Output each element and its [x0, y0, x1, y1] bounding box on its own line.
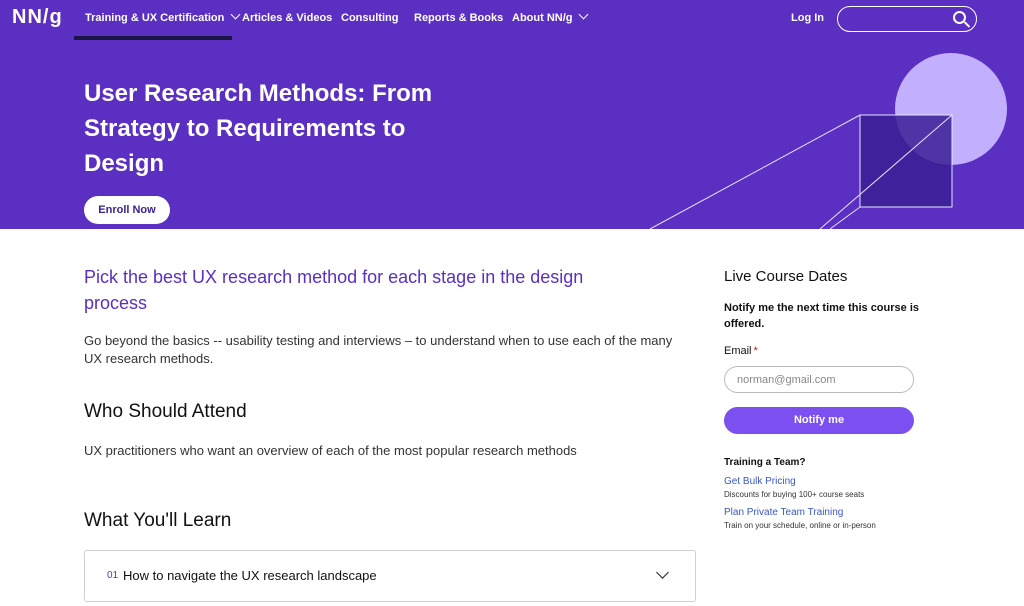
top-navigation: NN/g Training & UX Certification Article…: [0, 0, 1024, 40]
nav-item-about[interactable]: About NN/g: [512, 9, 589, 24]
email-field[interactable]: [724, 366, 914, 393]
search-input[interactable]: [837, 6, 977, 32]
perspective-line: [829, 206, 861, 229]
nav-item-articles[interactable]: Articles & Videos: [242, 12, 332, 24]
nav-item-label: About NN/g: [512, 12, 573, 24]
course-intro: Go beyond the basics -- usability testin…: [84, 333, 673, 366]
enroll-now-button[interactable]: Enroll Now: [84, 196, 170, 224]
chevron-down-icon: [579, 9, 589, 20]
learn-accordion-item[interactable]: 01 How to navigate the UX research lands…: [84, 550, 696, 602]
email-label-text: Email: [724, 345, 752, 357]
accordion-title: How to navigate the UX research landscap…: [123, 568, 377, 583]
what-youll-learn-heading: What You'll Learn: [84, 510, 232, 531]
nav-item-consulting[interactable]: Consulting: [341, 12, 398, 24]
training-team-heading: Training a Team?: [724, 457, 806, 468]
chevron-down-icon: [230, 9, 241, 20]
private-training-note: Train on your schedule, online or in-per…: [724, 521, 876, 530]
page-title: User Research Methods: From Strategy to …: [84, 80, 433, 177]
accordion-number: 01: [107, 570, 119, 581]
email-label: Email *: [724, 345, 758, 357]
nav-item-label: Articles & Videos: [242, 12, 333, 24]
hero-banner: User Research Methods: From Strategy to …: [0, 40, 1024, 229]
nav-item-label: Reports & Books: [414, 12, 504, 24]
nav-item-label: Training & UX Certification: [85, 12, 225, 24]
bulk-pricing-note: Discounts for buying 100+ course seats: [724, 490, 865, 499]
hero-square: [859, 114, 953, 208]
bulk-pricing-link[interactable]: Get Bulk Pricing: [724, 476, 796, 487]
login-link[interactable]: Log In: [791, 12, 824, 24]
chevron-down-icon[interactable]: [656, 566, 669, 579]
required-indicator: *: [753, 345, 758, 357]
notify-me-button[interactable]: Notify me: [724, 407, 914, 434]
perspective-line: [649, 114, 861, 229]
who-should-attend-text: UX practitioners who want an overview of…: [84, 443, 577, 458]
who-should-attend-heading: Who Should Attend: [84, 401, 247, 422]
nng-logo[interactable]: NN/g: [12, 6, 63, 29]
nav-item-training[interactable]: Training & UX Certification: [85, 9, 241, 24]
private-training-link[interactable]: Plan Private Team Training: [724, 507, 843, 518]
course-lead: Pick the best UX research method for eac…: [84, 267, 584, 313]
live-course-dates-heading: Live Course Dates: [724, 268, 848, 285]
search-icon[interactable]: [953, 11, 966, 24]
nav-item-label: Consulting: [341, 12, 399, 24]
notify-description: Notify me the next time this course is o…: [724, 302, 919, 330]
hero-illustration: [649, 53, 1007, 229]
nav-item-reports[interactable]: Reports & Books: [414, 12, 503, 24]
